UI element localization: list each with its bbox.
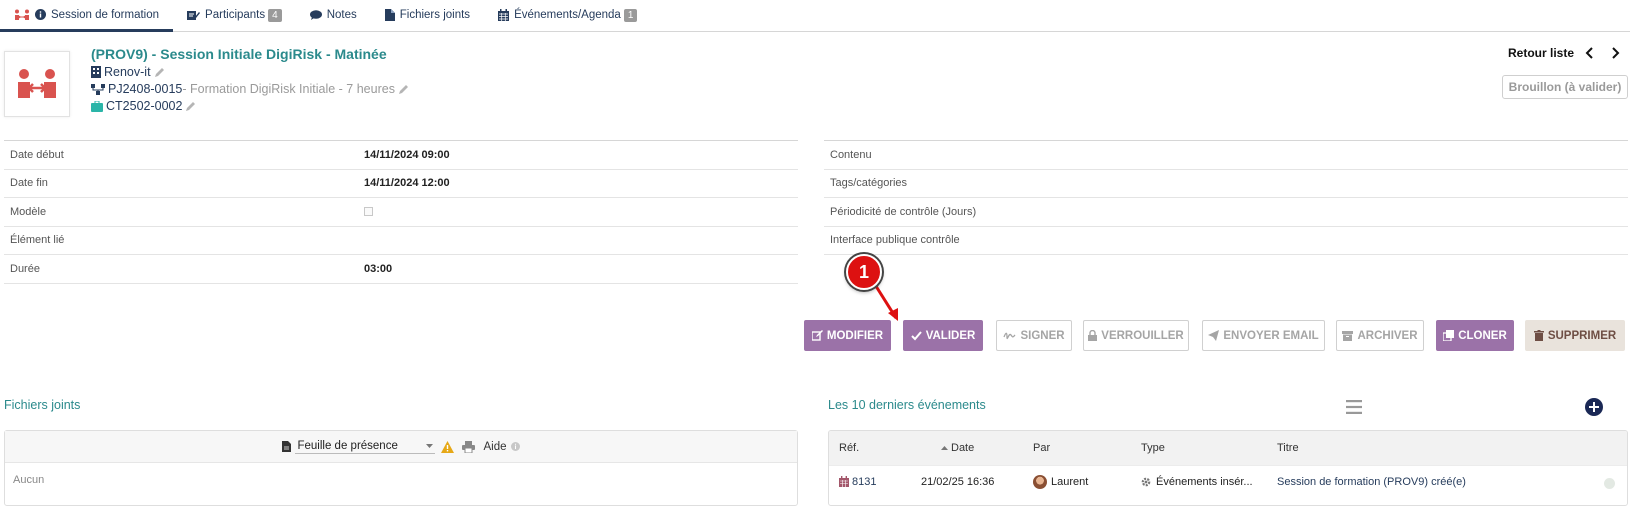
column-header-ref[interactable]: Réf. bbox=[829, 442, 921, 454]
annotation-badge: 1 bbox=[846, 254, 882, 290]
button-label: CLONER bbox=[1458, 329, 1507, 342]
warning-icon bbox=[441, 440, 455, 453]
caret-down-icon bbox=[426, 443, 434, 448]
model-select[interactable]: Feuille de présence bbox=[295, 439, 436, 454]
envoyer-email-button[interactable]: ENVOYER EMAIL bbox=[1202, 320, 1325, 351]
column-header-titre[interactable]: Titre bbox=[1277, 442, 1627, 454]
event-type: Événements insér... bbox=[1141, 476, 1277, 488]
button-label: SIGNER bbox=[1020, 329, 1065, 342]
column-header-label: Date bbox=[951, 442, 975, 454]
column-header-date[interactable]: Date bbox=[921, 442, 1033, 454]
trash-icon bbox=[1533, 330, 1544, 341]
verrouiller-button[interactable]: VERROUILLER bbox=[1083, 320, 1189, 351]
model-select-value: Feuille de présence bbox=[297, 439, 398, 452]
button-label: VALIDER bbox=[925, 329, 976, 342]
event-author[interactable]: Laurent bbox=[1033, 474, 1141, 489]
column-header-par[interactable]: Par bbox=[1033, 442, 1141, 454]
supprimer-button[interactable]: SUPPRIMER bbox=[1525, 320, 1625, 351]
column-header-type[interactable]: Type bbox=[1141, 442, 1277, 454]
event-status-dot bbox=[1604, 478, 1615, 489]
files-section-title: Fichiers joints bbox=[4, 398, 81, 412]
events-table: Réf. Date Par Type Titre 8131 21/02/25 1… bbox=[828, 430, 1628, 506]
cloner-button[interactable]: CLONER bbox=[1436, 320, 1514, 351]
avatar bbox=[1033, 474, 1047, 489]
add-event-icon[interactable] bbox=[1585, 398, 1603, 416]
check-icon bbox=[910, 330, 922, 341]
button-label: ENVOYER EMAIL bbox=[1223, 329, 1319, 342]
event-title-link[interactable]: Session de formation (PROV9) créé(e) bbox=[1277, 476, 1627, 488]
button-label: ARCHIVER bbox=[1357, 329, 1418, 342]
archiver-button[interactable]: ARCHIVER bbox=[1336, 320, 1424, 351]
table-row: 8131 21/02/25 16:36 Laurent Événements i… bbox=[829, 465, 1627, 497]
print-icon[interactable] bbox=[462, 440, 476, 453]
event-type-label: Événements insér... bbox=[1156, 475, 1253, 488]
document-icon bbox=[282, 441, 292, 452]
modifier-button[interactable]: MODIFIER bbox=[804, 320, 891, 351]
files-toolbar: Feuille de présence Aide bbox=[5, 431, 797, 463]
events-table-header: Réf. Date Par Type Titre bbox=[829, 431, 1627, 465]
copy-icon bbox=[1443, 330, 1455, 341]
button-label: VERROUILLER bbox=[1101, 329, 1184, 342]
files-empty-text: Aucun bbox=[13, 474, 45, 486]
events-section-title: Les 10 derniers événements bbox=[828, 398, 986, 412]
gear-icon bbox=[1141, 477, 1151, 487]
archive-icon bbox=[1342, 330, 1354, 341]
list-icon[interactable] bbox=[1346, 400, 1362, 414]
edit-icon bbox=[811, 330, 823, 341]
calendar-icon bbox=[839, 476, 849, 487]
sort-up-icon bbox=[941, 446, 948, 451]
send-icon bbox=[1208, 330, 1220, 341]
button-label: MODIFIER bbox=[826, 329, 884, 342]
files-panel: Feuille de présence Aide Aucun bbox=[4, 430, 798, 506]
button-label: SUPPRIMER bbox=[1547, 329, 1617, 342]
valider-button[interactable]: VALIDER bbox=[903, 320, 983, 351]
lock-icon bbox=[1088, 330, 1098, 341]
info-icon bbox=[510, 442, 520, 451]
event-ref: 8131 bbox=[852, 475, 877, 488]
event-author-name: Laurent bbox=[1051, 475, 1089, 488]
help-label[interactable]: Aide bbox=[483, 441, 506, 453]
signer-button[interactable]: SIGNER bbox=[996, 320, 1072, 351]
signature-icon bbox=[1003, 331, 1016, 340]
event-ref-link[interactable]: 8131 bbox=[829, 476, 921, 488]
event-date: 21/02/25 16:36 bbox=[921, 475, 995, 488]
